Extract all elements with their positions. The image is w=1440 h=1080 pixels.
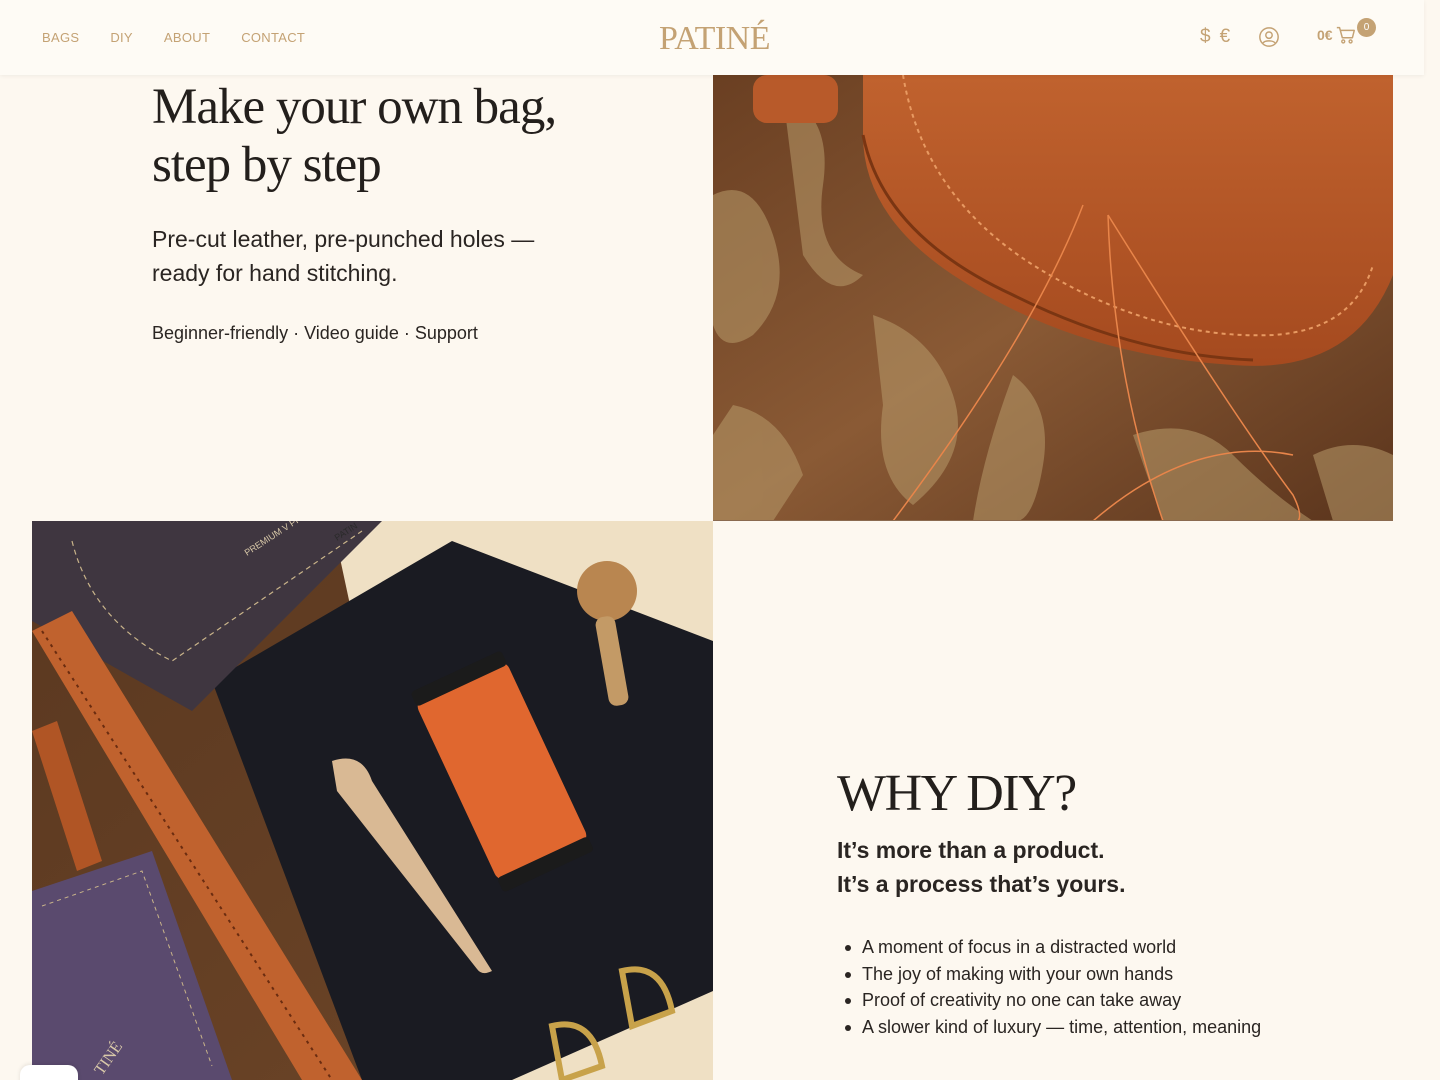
shopping-cart-icon [1336,26,1355,44]
site-header: BAGS DIY ABOUT CONTACT PATINÉ $ € 0€ 0 [0,0,1424,75]
why-diy-subtitle-line2: It’s a process that’s yours. [837,871,1126,897]
hero-title: Make your own bag, step by step [152,78,652,194]
currency-eur[interactable]: € [1220,26,1231,48]
hero-title-line1: Make your own bag, [152,79,557,135]
nav-about[interactable]: ABOUT [164,30,210,45]
chat-widget-tab[interactable] [20,1065,78,1080]
cart-button[interactable]: 0€ [1317,24,1357,46]
diy-kit-photo: PREMIUM V PRECISIO PATIN TINÉ [32,521,713,1080]
why-diy-list: A moment of focus in a distracted world … [844,934,1261,1041]
hero-features: Beginner-friendly · Video guide · Suppor… [152,323,478,343]
list-item: A slower kind of luxury — time, attentio… [844,1014,1261,1041]
main-nav: BAGS DIY ABOUT CONTACT [42,30,305,45]
list-item: Proof of creativity no one can take away [844,987,1261,1014]
hero-subtitle-line2: ready for hand stitching. [152,260,398,286]
hero-subtitle-line1: Pre-cut leather, pre-punched holes — [152,226,535,252]
brand-logo[interactable]: PATINÉ [659,22,771,56]
hero-subtitle: Pre-cut leather, pre-punched holes — rea… [152,222,602,290]
currency-switcher: $ € [1200,26,1230,48]
list-item: The joy of making with your own hands [844,961,1261,988]
currency-usd[interactable]: $ [1200,26,1211,48]
nav-bags[interactable]: BAGS [42,30,79,45]
why-diy-subtitle: It’s more than a product. It’s a process… [837,833,1125,901]
nav-diy[interactable]: DIY [110,30,133,45]
nav-contact[interactable]: CONTACT [241,30,305,45]
cart-count-badge: 0 [1357,18,1376,37]
cart-total: 0€ [1317,27,1333,43]
list-item: A moment of focus in a distracted world [844,934,1261,961]
user-circle-icon[interactable] [1258,26,1280,48]
why-diy-title: WHY DIY? [837,765,1077,822]
bag-stitching-photo [713,75,1393,521]
why-diy-subtitle-line1: It’s more than a product. [837,837,1105,863]
hero-title-line2: step by step [152,137,382,193]
